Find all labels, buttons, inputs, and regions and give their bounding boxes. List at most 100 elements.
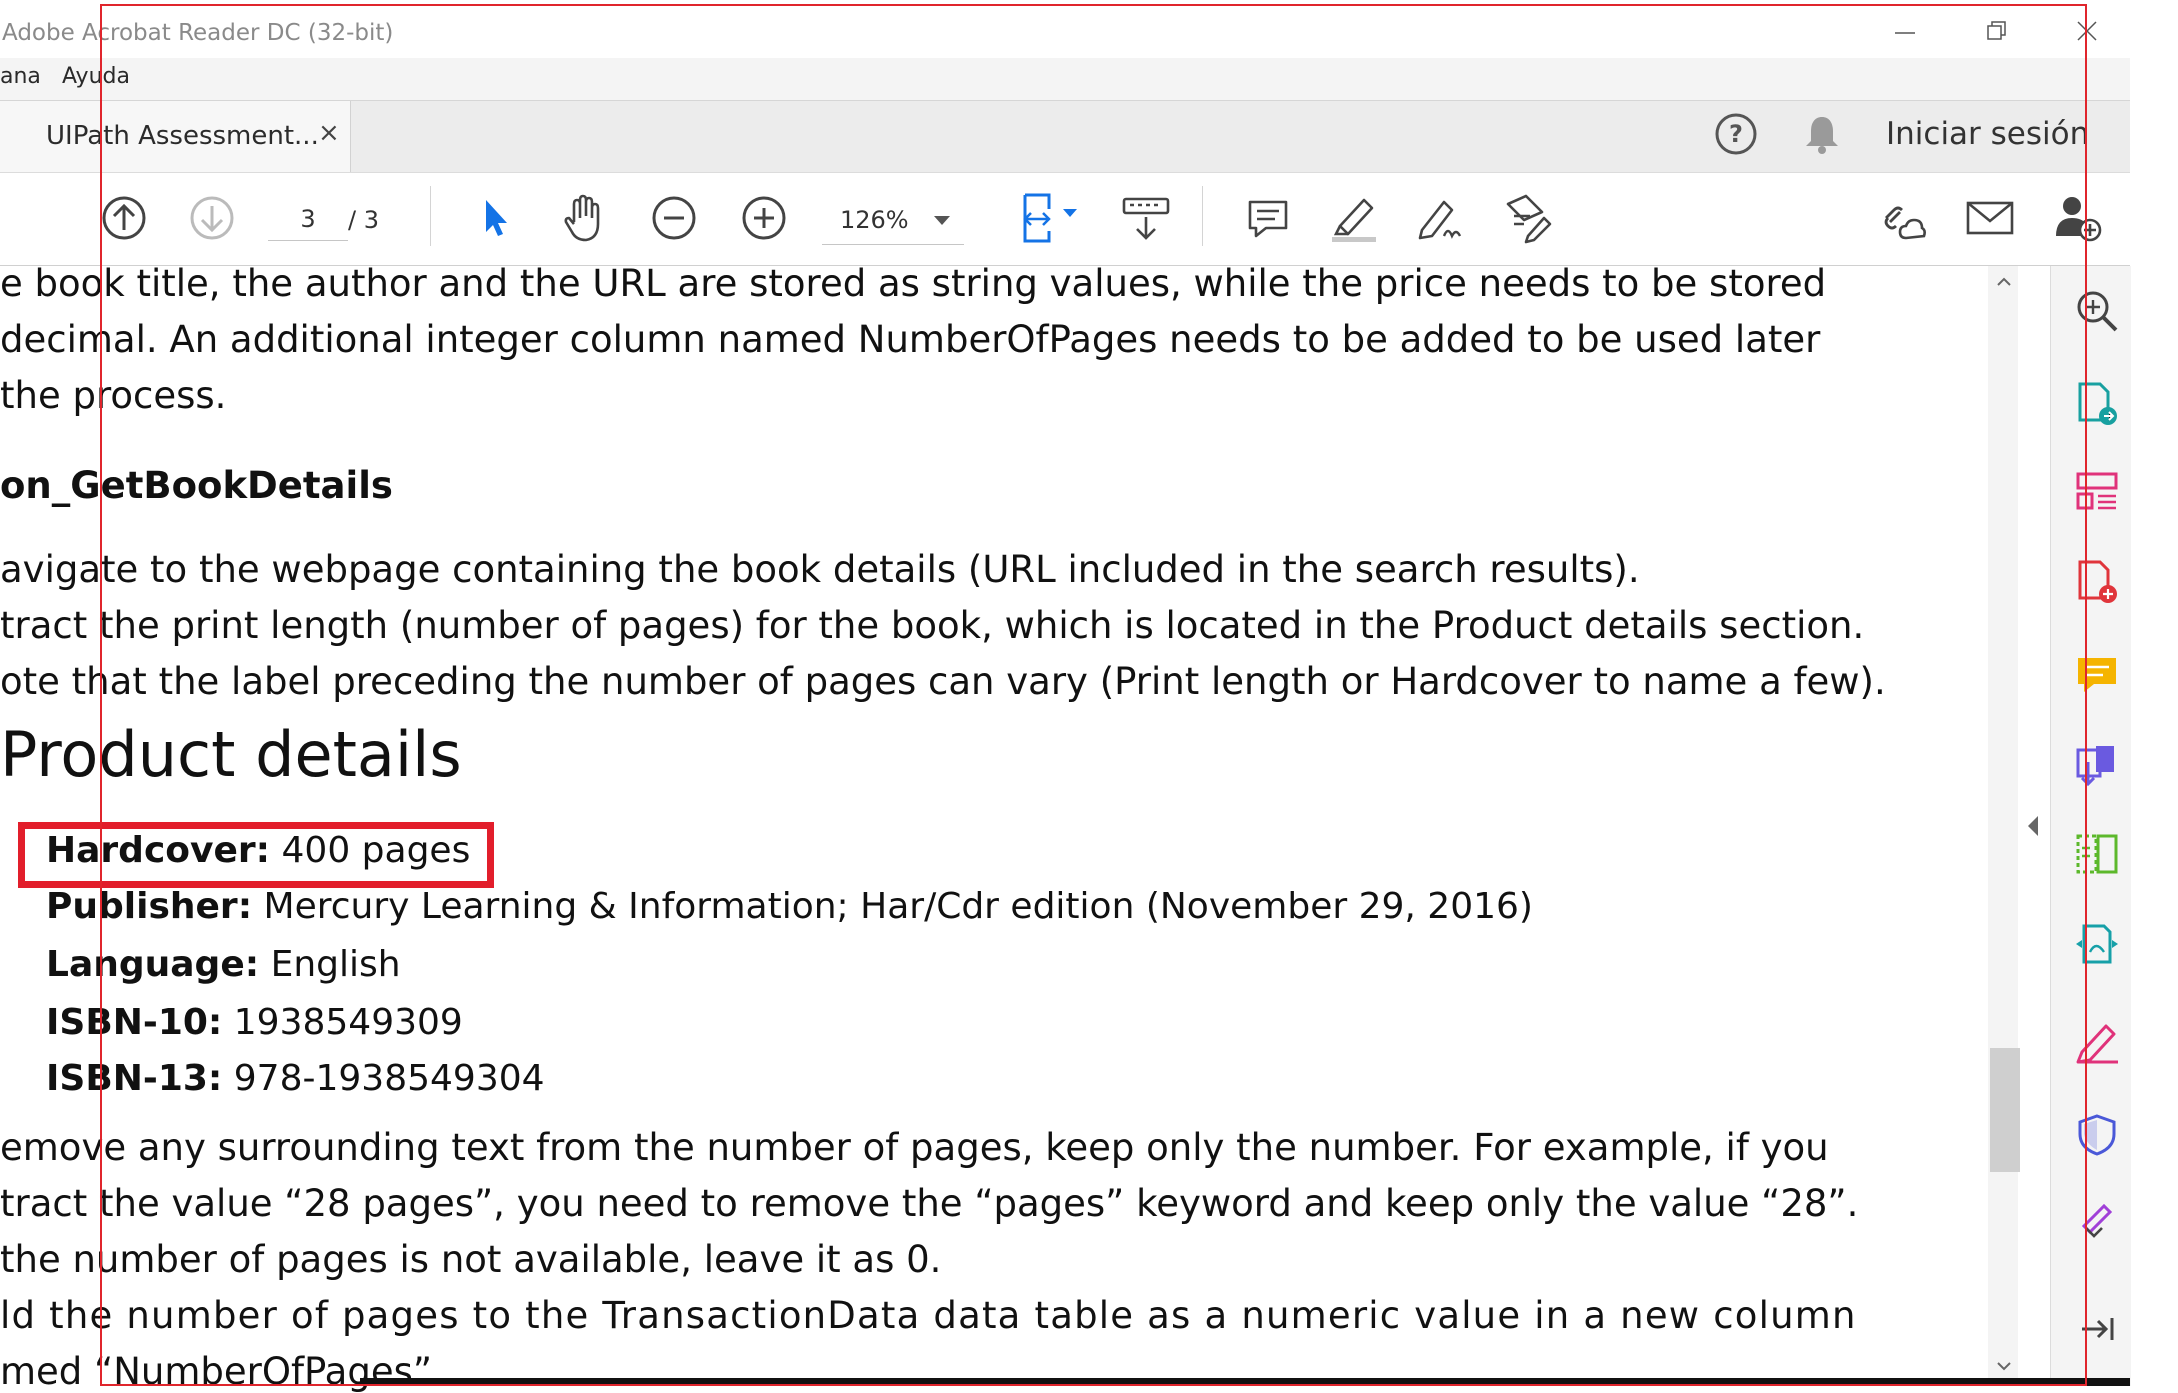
combine-files-icon <box>2076 746 2114 787</box>
hand-icon <box>564 194 600 242</box>
compare-files-icon <box>2076 834 2118 874</box>
restore-button[interactable] <box>1962 8 2032 54</box>
paragraph-line: med “NumberOfPages”. <box>0 1350 444 1393</box>
more-tools-icon <box>2081 1203 2113 1238</box>
signin-link[interactable]: Iniciar sesión <box>1886 116 2089 152</box>
zoom-select[interactable]: 126% <box>822 198 964 245</box>
next-page-button[interactable] <box>184 190 240 246</box>
plus-circle-icon <box>742 196 786 240</box>
scroll-mode-button[interactable] <box>1116 190 1176 246</box>
hand-tool-button[interactable] <box>556 190 612 246</box>
send-for-review-button[interactable] <box>2072 920 2122 970</box>
highlight-button[interactable] <box>1326 190 1382 246</box>
zoom-value: 126% <box>840 206 909 234</box>
menu-ayuda[interactable]: Ayuda <box>62 64 130 89</box>
menu-bar <box>0 58 2130 100</box>
bell-icon <box>1806 117 1838 154</box>
export-pdf-button[interactable] <box>2072 378 2122 428</box>
chevron-down-icon <box>934 216 950 225</box>
envelope-icon <box>1966 201 2014 235</box>
arrow-right-bar-icon <box>2082 1318 2114 1340</box>
zoom-out-button[interactable] <box>646 190 702 246</box>
sign-pen-icon <box>2076 1024 2118 1064</box>
tab-close-button[interactable]: × <box>318 118 340 148</box>
minimize-button[interactable] <box>1870 8 1940 54</box>
horizontal-scrollbar[interactable] <box>360 1378 2130 1386</box>
menu-ventana[interactable]: ana <box>0 64 41 89</box>
fill-sign-button[interactable] <box>1412 190 1468 246</box>
edit-pdf-button[interactable] <box>1498 190 1554 246</box>
collapse-tools-panel-button[interactable] <box>2072 1304 2122 1354</box>
detail-value: English <box>270 944 401 985</box>
help-icon: ? <box>1715 113 1757 155</box>
product-detail-row: Language: English <box>46 944 401 985</box>
paragraph-line: tract the value “28 pages”, you need to … <box>0 1182 1859 1225</box>
paragraph-line: e book title, the author and the URL are… <box>0 262 1827 305</box>
detail-label: ISBN-10: <box>46 1002 223 1043</box>
hardcover-highlight-box <box>18 822 494 888</box>
add-user-button[interactable] <box>2050 190 2106 246</box>
restore-icon <box>1987 21 2006 40</box>
svg-text:?: ? <box>1729 120 1743 148</box>
add-user-icon <box>2056 197 2102 242</box>
select-tool-button[interactable] <box>466 190 522 246</box>
paragraph-line: ld the number of pages to the Transactio… <box>0 1294 1857 1337</box>
section-heading: on_GetBookDetails <box>0 464 393 507</box>
highlighter-icon <box>1332 198 1376 242</box>
notifications-button[interactable] <box>1794 106 1850 162</box>
product-detail-row: Publisher: Mercury Learning & Informatio… <box>46 886 1533 927</box>
comment-icon <box>1248 200 1288 238</box>
document-edit-icon <box>1506 194 1552 244</box>
paragraph-line: emove any surrounding text from the numb… <box>0 1126 1829 1169</box>
organize-pages-button[interactable] <box>2072 466 2122 516</box>
keyboard-scroll-icon <box>1122 197 1170 240</box>
detail-value: 978-1938549304 <box>233 1058 545 1099</box>
compare-files-button[interactable] <box>2072 830 2122 880</box>
fit-page-button[interactable] <box>1012 190 1092 246</box>
comment-button[interactable] <box>1240 190 1296 246</box>
product-details-title: Product details <box>0 718 462 791</box>
step-line: tract the print length (number of pages)… <box>0 604 1865 647</box>
search-tool-button[interactable] <box>2072 286 2122 336</box>
detail-value: 1938549309 <box>233 1002 463 1043</box>
chevron-down-icon <box>1997 1362 2011 1371</box>
chevron-up-icon <box>1997 277 2011 286</box>
paragraph-line: the number of pages is not available, le… <box>0 1238 942 1281</box>
tab-title[interactable]: UIPath Assessment... <box>46 121 319 151</box>
step-line: avigate to the webpage containing the bo… <box>0 548 1640 591</box>
detail-label: Language: <box>46 944 260 985</box>
share-link-button[interactable] <box>1874 190 1930 246</box>
combine-files-button[interactable] <box>2072 740 2122 790</box>
page-number-input[interactable]: 3 <box>268 198 348 241</box>
arrow-up-circle-icon <box>102 196 146 240</box>
comment-bubble-icon <box>2078 658 2116 692</box>
detail-value: Mercury Learning & Information; Har/Cdr … <box>263 886 1533 927</box>
create-pdf-button[interactable] <box>2072 556 2122 606</box>
close-icon <box>2077 21 2097 41</box>
toolbar-divider <box>430 186 431 246</box>
shield-icon <box>2078 1114 2116 1156</box>
product-detail-row: ISBN-13: 978-1938549304 <box>46 1058 545 1099</box>
scrollbar-thumb[interactable] <box>1990 1048 2020 1172</box>
zoom-in-button[interactable] <box>736 190 792 246</box>
scroll-up-button[interactable] <box>1992 270 2016 298</box>
prev-page-button[interactable] <box>96 190 152 246</box>
email-button[interactable] <box>1962 190 2018 246</box>
collapse-panel-button[interactable] <box>2024 812 2044 844</box>
arrow-down-circle-icon <box>190 196 234 240</box>
link-cloud-icon <box>1884 206 1926 240</box>
minus-circle-icon <box>652 196 696 240</box>
search-zoom-icon <box>2077 291 2118 332</box>
step-line: ote that the label preceding the number … <box>0 660 1886 703</box>
comment-tool-button[interactable] <box>2072 650 2122 700</box>
close-window-button[interactable] <box>2052 8 2122 54</box>
help-button[interactable]: ? <box>1708 106 1764 162</box>
detail-label: ISBN-13: <box>46 1058 223 1099</box>
protect-button[interactable] <box>2072 1110 2122 1160</box>
fill-and-sign-tool-button[interactable] <box>2072 1016 2122 1066</box>
toolbar-divider <box>1202 186 1203 246</box>
caret-left-icon <box>2028 816 2038 836</box>
vertical-scrollbar[interactable] <box>1988 266 2018 1386</box>
more-tools-button[interactable] <box>2072 1196 2122 1246</box>
pen-sign-icon <box>1418 200 1462 240</box>
